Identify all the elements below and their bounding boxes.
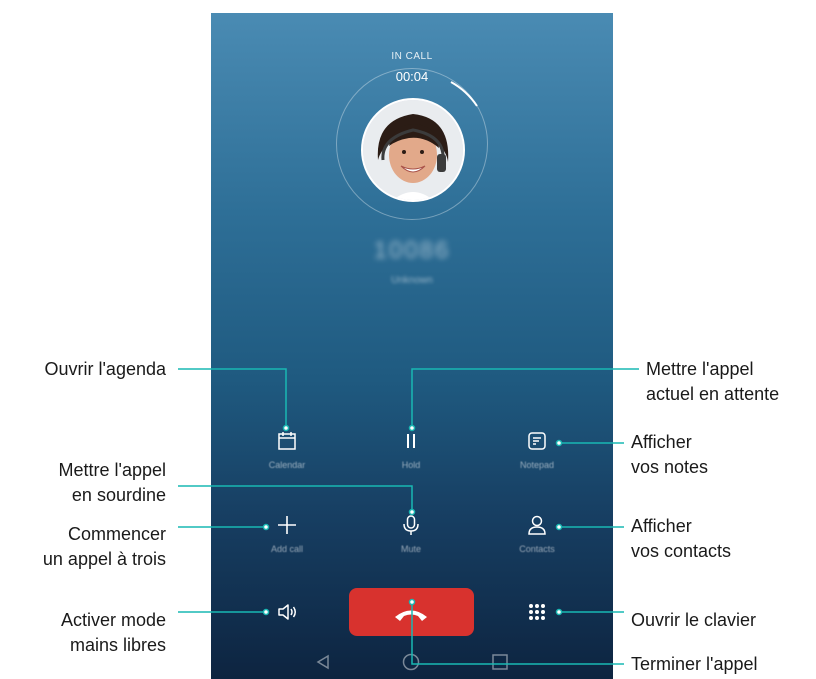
callout-dialpad: Ouvrir le clavier	[631, 610, 757, 630]
callout-end-call: Terminer l'appel	[631, 654, 758, 674]
callout-add-call: Commencer un appel à trois	[42, 524, 166, 569]
callout-hold: Mettre l'appel actuel en attente	[646, 359, 780, 404]
callout-calendar: Ouvrir l'agenda	[44, 359, 167, 379]
callout-notes: Afficher vos notes	[631, 432, 709, 477]
callout-speaker: Activer mode mains libres	[60, 610, 166, 655]
callout-leader-lines	[178, 368, 639, 665]
callout-contacts: Afficher vos contacts	[631, 516, 732, 561]
callout-mute: Mettre l'appel en sourdine	[58, 460, 167, 505]
